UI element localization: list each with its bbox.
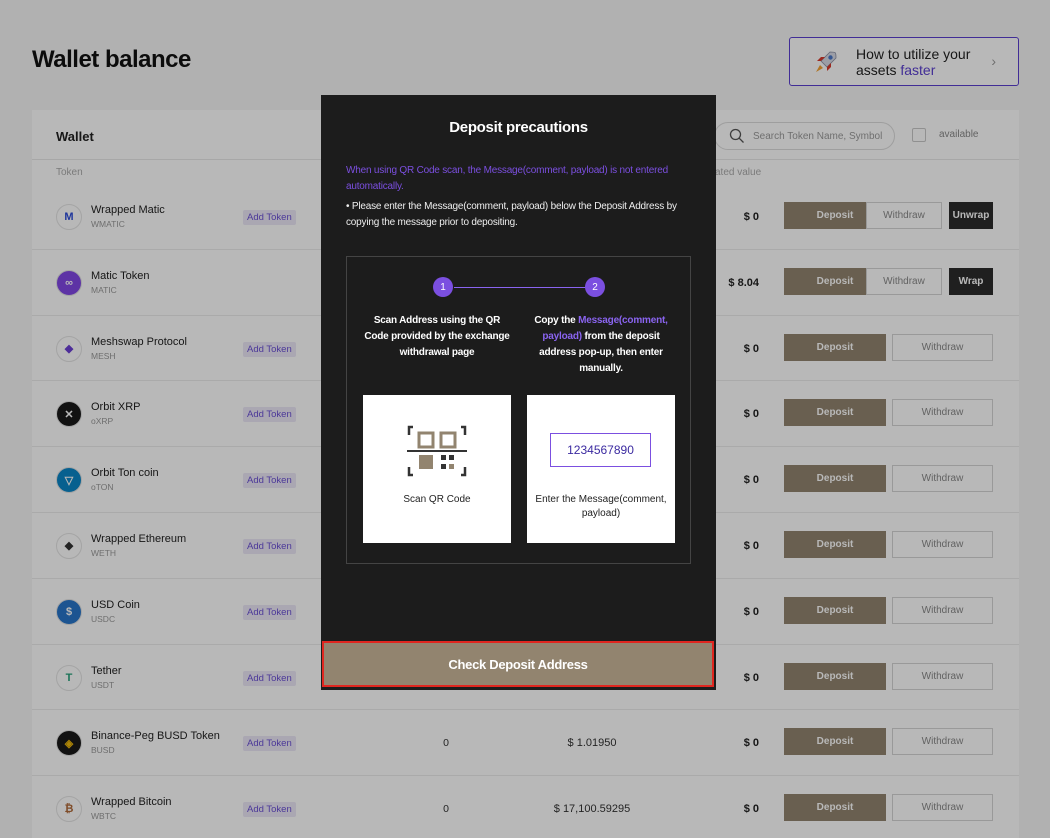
step-1-text: Scan Address using the QR Code provided … (364, 315, 510, 358)
step-2-badge: 2 (585, 277, 605, 297)
modal-warning: When using QR Code scan, the Message(com… (346, 165, 668, 192)
modal-title: Deposit precautions (449, 119, 588, 136)
step-connector (454, 287, 594, 288)
modal-note: • Please enter the Message(comment, payl… (346, 201, 677, 228)
scan-qr-panel: Scan QR Code (363, 395, 511, 543)
check-deposit-address-button[interactable]: Check Deposit Address (322, 641, 714, 687)
steps-panel: 1 2 Scan Address using the QR Code provi… (346, 256, 691, 564)
step-2-text: Copy the Message(comment, payload) from … (534, 315, 668, 374)
enter-message-caption: Enter the Message(comment, payload) (535, 494, 667, 519)
enter-message-panel: 1234567890 Enter the Message(comment, pa… (527, 395, 675, 543)
qr-scan-icon (407, 425, 467, 477)
step-1-badge: 1 (433, 277, 453, 297)
deposit-precautions-modal: Deposit precautions When using QR Code s… (321, 95, 716, 690)
sample-message-box: 1234567890 (550, 433, 651, 467)
scan-qr-caption: Scan QR Code (403, 494, 471, 505)
